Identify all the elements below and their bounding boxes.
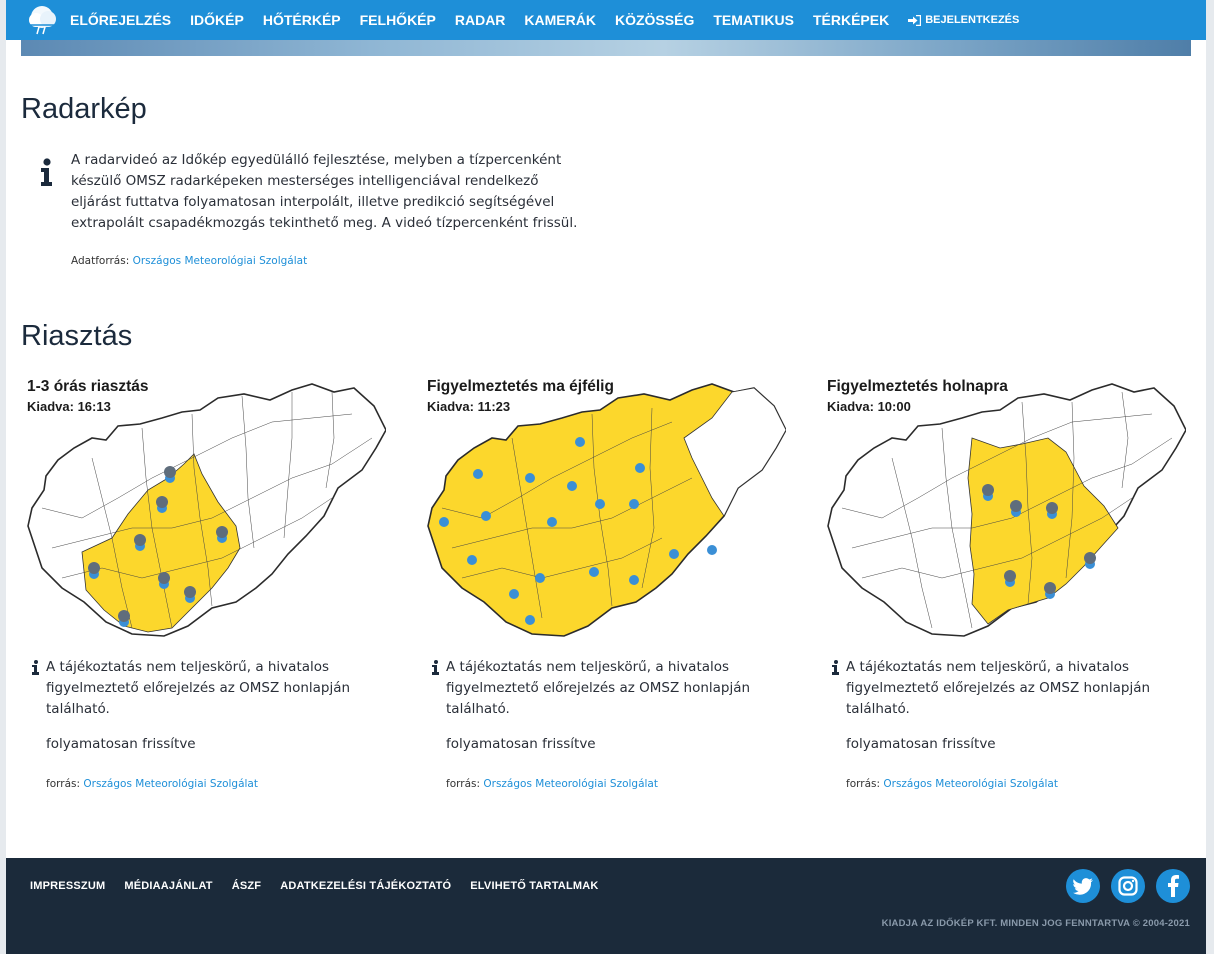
alert-map-title: 1-3 órás riasztás: [27, 378, 149, 395]
hero-image-strip: [21, 40, 1191, 56]
info-icon: [32, 660, 40, 679]
instagram-icon[interactable]: [1111, 869, 1145, 903]
nav-item-radar[interactable]: RADAR: [455, 12, 506, 28]
sign-in-icon: [908, 14, 922, 26]
info-icon: [832, 660, 840, 679]
alert-source-label: forrás:: [446, 778, 481, 790]
footer-link-impressum[interactable]: IMPRESSZUM: [30, 880, 105, 892]
alert-source-label: forrás:: [846, 778, 881, 790]
facebook-icon[interactable]: [1156, 869, 1190, 903]
alert-source: forrás: Országos Meteorológiai Szolgálat: [446, 778, 658, 790]
nav-item-thematic[interactable]: TEMATIKUS: [713, 12, 794, 28]
alert-status: folyamatosan frissítve: [46, 736, 196, 752]
alert-disclaimer: A tájékoztatás nem teljeskörű, a hivatal…: [846, 659, 1151, 717]
info-icon: [432, 660, 440, 679]
alert-source-link[interactable]: Országos Meteorológiai Szolgálat: [483, 778, 658, 790]
radar-section-title: Radarkép: [21, 93, 147, 125]
nav-item-cameras[interactable]: KAMERÁK: [524, 12, 596, 28]
nav-item-cloudmap[interactable]: FELHŐKÉP: [360, 12, 436, 28]
alerts-section-title: Riasztás: [21, 320, 133, 352]
copyright-text: KIADJA AZ IDŐKÉP KFT. MINDEN JOG FENNTAR…: [881, 918, 1190, 929]
info-icon: [40, 158, 54, 190]
page: ELŐREJELZÉS IDŐKÉP HŐTÉRKÉP FELHŐKÉP RAD…: [6, 0, 1206, 954]
login-label: BEJELENTKEZÉS: [925, 14, 1020, 26]
radar-source-link[interactable]: Országos Meteorológiai Szolgálat: [133, 255, 308, 267]
alert-map-title: Figyelmeztetés holnapra: [827, 378, 1008, 395]
alert-map-issued: Kiadva: 10:00: [827, 399, 911, 414]
alert-disclaimer: A tájékoztatás nem teljeskörű, a hivatal…: [446, 659, 751, 717]
alert-source-link[interactable]: Országos Meteorológiai Szolgálat: [883, 778, 1058, 790]
twitter-icon[interactable]: [1066, 869, 1100, 903]
alert-map-issued: Kiadva: 11:23: [427, 399, 511, 414]
radar-description: A radarvideó az Időkép egyedülálló fejle…: [71, 152, 578, 231]
top-navbar: ELŐREJELZÉS IDŐKÉP HŐTÉRKÉP FELHŐKÉP RAD…: [6, 0, 1206, 40]
alert-source-label: forrás:: [46, 778, 81, 790]
nav-item-idokep[interactable]: IDŐKÉP: [190, 12, 244, 28]
nav-item-maps[interactable]: TÉRKÉPEK: [813, 12, 889, 28]
alert-map-today[interactable]: [422, 378, 786, 640]
footer-link-media[interactable]: MÉDIAAJÁNLAT: [124, 880, 212, 892]
footer: IMPRESSZUM MÉDIAAJÁNLAT ÁSZF ADATKEZELÉS…: [6, 858, 1206, 954]
nav-item-heatmap[interactable]: HŐTÉRKÉP: [263, 12, 341, 28]
alert-source: forrás: Országos Meteorológiai Szolgálat: [46, 778, 258, 790]
alert-status: folyamatosan frissítve: [446, 736, 596, 752]
alert-map-tomorrow[interactable]: [822, 378, 1186, 640]
footer-link-privacy[interactable]: ADATKEZELÉSI TÁJÉKOZTATÓ: [280, 880, 451, 892]
nav-item-community[interactable]: KÖZÖSSÉG: [615, 12, 694, 28]
alert-source-link[interactable]: Országos Meteorológiai Szolgálat: [83, 778, 258, 790]
nav-item-forecast[interactable]: ELŐREJELZÉS: [70, 12, 171, 28]
footer-links: IMPRESSZUM MÉDIAAJÁNLAT ÁSZF ADATKEZELÉS…: [30, 880, 618, 892]
alert-map-issued: Kiadva: 16:13: [27, 399, 111, 414]
alert-map-1h[interactable]: [22, 378, 386, 640]
alert-disclaimer: A tájékoztatás nem teljeskörű, a hivatal…: [46, 659, 351, 717]
login-link[interactable]: BEJELENTKEZÉS: [908, 14, 1019, 26]
alert-map-title: Figyelmeztetés ma éjfélig: [427, 378, 614, 395]
weather-cloud-logo-icon[interactable]: [22, 0, 62, 40]
footer-link-embeddable[interactable]: ELVIHETŐ TARTALMAK: [470, 880, 598, 892]
alert-source: forrás: Országos Meteorológiai Szolgálat: [846, 778, 1058, 790]
radar-source: Adatforrás: Országos Meteorológiai Szolg…: [71, 255, 307, 267]
radar-source-label: Adatforrás:: [71, 255, 130, 267]
footer-link-terms[interactable]: ÁSZF: [232, 880, 262, 892]
alert-status: folyamatosan frissítve: [846, 736, 996, 752]
